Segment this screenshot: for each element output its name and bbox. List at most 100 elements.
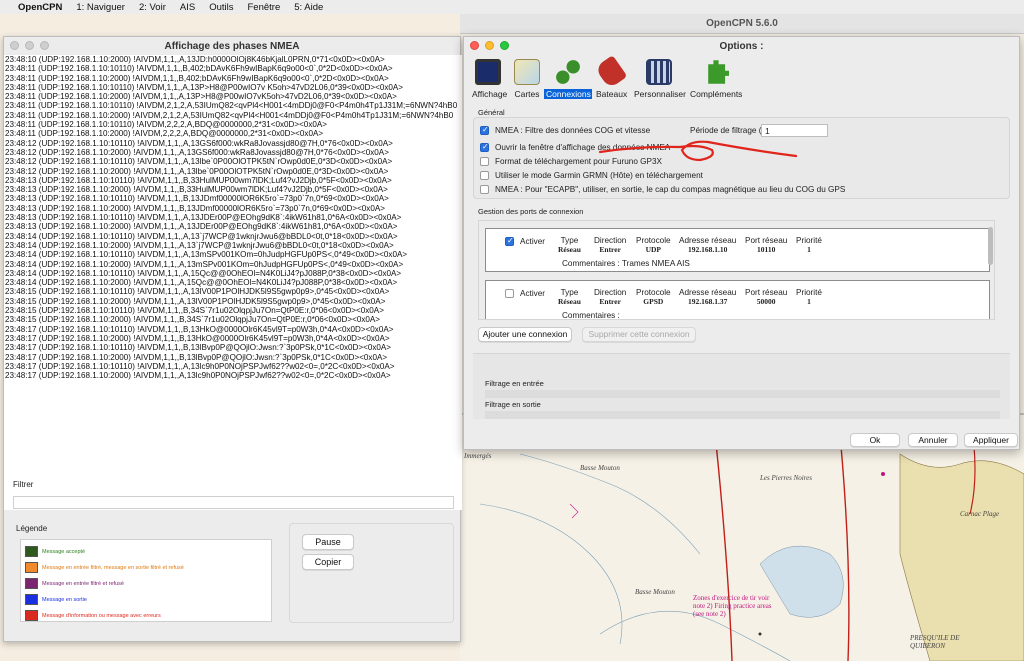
log-line: 23:48:11 (UDP:192.168.1.10:2000) !AIVDM,… <box>5 110 454 120</box>
col-value: Entrer <box>599 297 621 306</box>
col-address: Adresse réseau 192.168.1.37 <box>679 288 736 306</box>
check-garmin-grmn[interactable]: Utiliser le mode Garmin GRMN (Hôte) en t… <box>480 171 703 180</box>
legend-item: Message en sortie <box>25 594 87 605</box>
nmea-log[interactable]: 23:48:10 (UDP:192.168.1.10:2000) !AIVDM,… <box>4 55 462 510</box>
tab-connexions[interactable]: Connexions <box>544 59 592 99</box>
col-priority: Priorité 1 <box>796 236 822 254</box>
cancel-button[interactable]: Annuler <box>908 433 958 447</box>
charts-icon <box>514 59 540 85</box>
col-value: GPSD <box>643 297 664 306</box>
legend-swatch <box>25 594 38 605</box>
col-direction: Direction Entrer <box>594 288 626 306</box>
log-line: 23:48:14 (UDP:192.168.1.10:2000) !AIVDM,… <box>5 278 398 288</box>
legend-swatch <box>25 546 38 557</box>
legend-text: Message en sortie <box>42 596 87 603</box>
ok-button[interactable]: Ok <box>850 433 900 447</box>
options-dialog: Options : Affichage Cartes Connexions Ba… <box>463 36 1020 450</box>
pause-button[interactable]: Pause <box>302 534 354 550</box>
tab-label: Cartes <box>514 89 540 99</box>
check-label: NMEA : Pour "ECAPB", utiliser, en sortie… <box>495 185 846 194</box>
connections-icon <box>555 59 581 85</box>
chart-label: Les Pierres Noires <box>760 474 812 482</box>
copy-button[interactable]: Copier <box>302 554 354 570</box>
delete-connection-button[interactable]: Supprimer cette connexion <box>582 327 696 342</box>
log-line: 23:48:11 (UDP:192.168.1.10:10110) !AIVDM… <box>5 101 458 111</box>
connection-item[interactable]: Activer TypeRéseau DirectionEntrer Proto… <box>485 280 990 319</box>
tab-label: Connexions <box>544 89 592 99</box>
log-line: 23:48:12 (UDP:192.168.1.10:10110) !AIVDM… <box>5 138 393 148</box>
log-line: 23:48:14 (UDP:192.168.1.10:10110) !AIVDM… <box>5 250 408 260</box>
col-header: Adresse réseau <box>679 236 737 245</box>
connection-active[interactable]: Activer <box>505 236 546 246</box>
main-window-titlebar: OpenCPN 5.6.0 <box>460 14 1024 34</box>
checkbox[interactable] <box>505 236 514 246</box>
menu-ais[interactable]: AIS <box>180 2 195 13</box>
tab-bateaux[interactable]: Bateaux <box>594 55 628 99</box>
col-address: Adresse réseau 192.168.1.10 <box>679 236 736 254</box>
log-line: 23:48:13 (UDP:192.168.1.10:2000) !AIVDM,… <box>5 185 388 195</box>
log-line: 23:48:12 (UDP:192.168.1.10:10110) !AIVDM… <box>5 157 393 167</box>
chart-label: Immergés <box>464 452 492 460</box>
check-furuno-gp3x[interactable]: Format de téléchargement pour Furuno GP3… <box>480 157 662 166</box>
col-header: Port réseau <box>745 288 788 297</box>
menu-voir[interactable]: 2: Voir <box>139 2 166 13</box>
filter-period-input[interactable]: 1 <box>761 124 828 137</box>
menu-naviguer[interactable]: 1: Naviguer <box>76 2 125 13</box>
main-window-title: OpenCPN 5.6.0 <box>706 18 778 29</box>
log-line: 23:48:13 (UDP:192.168.1.10:2000) !AIVDM,… <box>5 203 385 213</box>
tab-label: Personnaliser <box>634 89 686 99</box>
add-connection-button[interactable]: Ajouter une connexion <box>478 327 572 342</box>
menu-aide[interactable]: 5: Aide <box>294 2 323 13</box>
check-ecapb[interactable]: NMEA : Pour "ECAPB", utiliser, en sortie… <box>480 185 845 194</box>
log-line: 23:48:14 (UDP:192.168.1.10:10110) !AIVDM… <box>5 268 402 278</box>
check-cog-filter[interactable]: NMEA : Filtre des données COG et vitesse <box>480 125 650 135</box>
col-header: Type <box>560 288 579 297</box>
filters-area: Filtrage en entrée Filtrage en sortie <box>473 353 1010 419</box>
tab-affichage[interactable]: Affichage <box>470 59 507 99</box>
connection-comment: Commentaires : Trames NMEA AIS <box>562 259 690 268</box>
col-direction: Direction Entrer <box>594 236 626 254</box>
legend-swatch <box>25 578 38 589</box>
checkbox[interactable] <box>480 125 489 135</box>
input-filter-bar[interactable] <box>485 390 1000 398</box>
log-line: 23:48:17 (UDP:192.168.1.10:10110) !AIVDM… <box>5 343 391 353</box>
log-line: 23:48:11 (UDP:192.168.1.10:10110) !AIVDM… <box>5 120 327 130</box>
connection-active[interactable]: Activer <box>505 289 545 298</box>
menu-app-opencpn[interactable]: OpenCPN <box>18 2 62 13</box>
checkbox[interactable] <box>505 289 514 298</box>
apply-button[interactable]: Appliquer <box>964 433 1018 447</box>
checkbox[interactable] <box>480 142 489 152</box>
checkbox[interactable] <box>480 185 489 194</box>
col-header: Protocole <box>636 236 671 245</box>
output-filter-bar[interactable] <box>485 411 1000 419</box>
checkbox[interactable] <box>480 157 489 166</box>
log-line: 23:48:17 (UDP:192.168.1.10:10110) !AIVDM… <box>5 361 395 371</box>
col-header: Protocole <box>636 288 671 297</box>
legend-item: Message en entrée filtré et refusé <box>25 578 124 589</box>
legend-label: Légende <box>16 524 48 533</box>
tab-personnaliser[interactable]: Personnaliser <box>632 59 686 99</box>
check-open-nmea-window[interactable]: Ouvrir la fenêtre d'affichage des donnée… <box>480 142 671 152</box>
menu-fenetre[interactable]: Fenêtre <box>247 2 280 13</box>
legend-item: Message accepté <box>25 546 85 557</box>
log-line: 23:48:17 (UDP:192.168.1.10:2000) !AIVDM,… <box>5 371 391 381</box>
check-label: Ouvrir la fenêtre d'affichage des donnée… <box>495 143 671 152</box>
filter-input[interactable] <box>13 496 454 509</box>
active-label: Activer <box>520 237 546 246</box>
col-header: Priorité <box>796 288 822 297</box>
log-line: 23:48:13 (UDP:192.168.1.10:2000) !AIVDM,… <box>5 222 398 232</box>
log-line: 23:48:11 (UDP:192.168.1.10:2000) !AIVDM,… <box>5 129 324 139</box>
col-value: 10110 <box>756 245 776 254</box>
log-line: 23:48:11 (UDP:192.168.1.10:2000) !AIVDM,… <box>5 73 389 83</box>
legend-item: Message en entrée filtré, message en sor… <box>25 562 184 573</box>
legend-item: Message d'information ou message avec er… <box>25 610 161 621</box>
col-port: Port réseau 50000 <box>745 288 787 306</box>
legend-text: Message en entrée filtré et refusé <box>42 580 124 587</box>
connection-item[interactable]: Activer TypeRéseau DirectionEntrer Proto… <box>485 228 990 272</box>
tab-cartes[interactable]: Cartes <box>512 59 542 99</box>
tab-complements[interactable]: Compléments <box>688 59 744 99</box>
menu-outils[interactable]: Outils <box>209 2 233 13</box>
connections-scrollbar[interactable] <box>988 227 993 265</box>
filter-label: Filtrer <box>13 480 34 489</box>
checkbox[interactable] <box>480 171 489 180</box>
